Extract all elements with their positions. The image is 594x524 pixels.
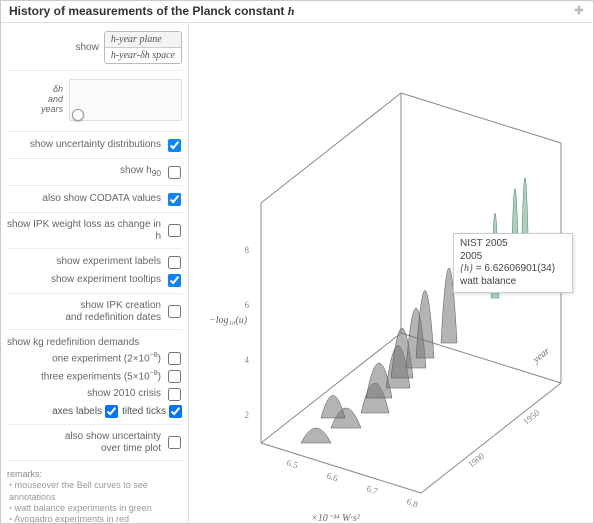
chk-ipk-dates[interactable] [168, 305, 181, 318]
tooltip-line1: NIST 2005 [460, 238, 566, 251]
tooltip-line2: 2005 [460, 251, 566, 264]
z-axis-label: −log₁₀(u) [209, 315, 248, 326]
show-label: show [7, 42, 99, 54]
section-kg-head: show kg redefinition demands [7, 334, 182, 349]
chk-one-exp[interactable] [168, 352, 181, 365]
slider-thumb-icon[interactable] [72, 109, 84, 121]
remarks-head: remarks: [7, 469, 182, 480]
lbl-uncert-timeplot: also show uncertainty over time plot [7, 431, 161, 454]
svg-text:6.6: 6.6 [325, 470, 339, 483]
remarks: remarks: mouseover the Bell curves to se… [7, 465, 182, 523]
svg-text:6.7: 6.7 [365, 483, 379, 496]
chk-exp-labels[interactable] [168, 256, 181, 269]
lbl-h90: show h90 [7, 165, 161, 179]
chk-exp-tooltips[interactable] [168, 274, 181, 287]
row-2010-crisis: show 2010 crisis [7, 385, 182, 403]
svg-text:1900: 1900 [466, 450, 487, 469]
expand-icon[interactable]: ✚ [573, 5, 585, 17]
row-one-exp: one experiment (2×10−8) [7, 349, 182, 367]
row-three-exp: three experiments (5×10−8) [7, 367, 182, 385]
titlebar: History of measurements of the Planck co… [1, 1, 593, 23]
lbl-axes-labels: axes labels [52, 406, 102, 417]
lbl-exp-labels: show experiment labels [7, 256, 161, 268]
chk-ipk-weightloss[interactable] [168, 224, 181, 237]
tooltip-line3: {h} = 6.62606901(34) [460, 263, 566, 276]
svg-text:6.8: 6.8 [405, 496, 419, 509]
lbl-three-exp: three experiments (5×10−8) [7, 370, 161, 383]
seg-h-year-dh-space[interactable]: h-year-δh space [105, 48, 181, 63]
show-segmented-row: show h-year plane h-year-δh space [7, 29, 182, 66]
chk-h90[interactable] [168, 166, 181, 179]
chk-codata[interactable] [168, 193, 181, 206]
chk-three-exp[interactable] [168, 370, 181, 383]
lbl-ipk-dates: show IPK creation and redefinition dates [7, 300, 161, 323]
row-exp-tooltips: show experiment tooltips [7, 271, 182, 289]
lbl-exp-tooltips: show experiment tooltips [7, 274, 161, 286]
remark-item: mouseover the Bell curves to see annotat… [9, 480, 182, 503]
peaks-gray [301, 268, 457, 443]
tooltip-line4: watt balance [460, 276, 566, 289]
chk-2010-crisis[interactable] [168, 388, 181, 401]
row-h90: show h90 [7, 163, 182, 181]
seg-h-year-plane[interactable]: h-year plane [105, 32, 181, 48]
lbl-codata: also show CODATA values [7, 193, 161, 205]
data-tooltip: NIST 2005 2005 {h} = 6.62606901(34) watt… [453, 233, 573, 293]
chk-uncert-timeplot[interactable] [168, 436, 181, 449]
y-axis-label: year [530, 346, 552, 366]
svg-text:4: 4 [245, 355, 250, 365]
row-uncertainty-dist: show uncertainty distributions [7, 136, 182, 154]
lbl-ipk-weightloss: show IPK weight loss as change in h [7, 219, 161, 242]
row-ipk-weightloss: show IPK weight loss as change in h [7, 217, 182, 244]
svg-text:8: 8 [245, 245, 250, 255]
lbl-tilted-ticks: tilted ticks [122, 406, 166, 417]
x-axis-label: ×10⁻³⁴ W·s² [311, 513, 361, 523]
remark-item: Avogadro experiments in red [9, 514, 182, 523]
row-uncert-timeplot: also show uncertainty over time plot [7, 429, 182, 456]
svg-text:6: 6 [245, 300, 250, 310]
chk-tilted-ticks[interactable] [169, 405, 182, 418]
svg-text:1950: 1950 [521, 407, 542, 426]
plot-area: 2 4 6 8 −log₁₀(u) 6.5 6.6 6.7 6.8 ×10⁻³⁴… [189, 23, 593, 523]
dh-years-slider[interactable] [69, 79, 182, 121]
title-text: History of measurements of the Planck co… [9, 4, 294, 19]
show-segmented[interactable]: h-year plane h-year-δh space [104, 31, 182, 64]
lbl-one-exp: one experiment (2×10−8) [7, 352, 161, 365]
controls-panel: show h-year plane h-year-δh space δhandy… [1, 23, 189, 523]
lbl-2010-crisis: show 2010 crisis [7, 388, 161, 400]
row-ipk-dates: show IPK creation and redefinition dates [7, 298, 182, 325]
chk-axes-labels[interactable] [105, 405, 118, 418]
row-exp-labels: show experiment labels [7, 253, 182, 271]
svg-text:2: 2 [245, 410, 250, 420]
row-codata: also show CODATA values [7, 190, 182, 208]
dh-years-label: δhandyears [7, 85, 63, 115]
app-window: History of measurements of the Planck co… [0, 0, 594, 524]
svg-text:6.5: 6.5 [285, 457, 299, 470]
lbl-uncertainty-dist: show uncertainty distributions [7, 139, 161, 151]
dh-years-slider-row: δhandyears [7, 75, 182, 127]
content: show h-year plane h-year-δh space δhandy… [1, 23, 593, 523]
chk-uncertainty-dist[interactable] [168, 139, 181, 152]
remark-item: watt balance experiments in green [9, 503, 182, 514]
row-axes-ticks: axes labels tilted ticks [7, 403, 182, 420]
